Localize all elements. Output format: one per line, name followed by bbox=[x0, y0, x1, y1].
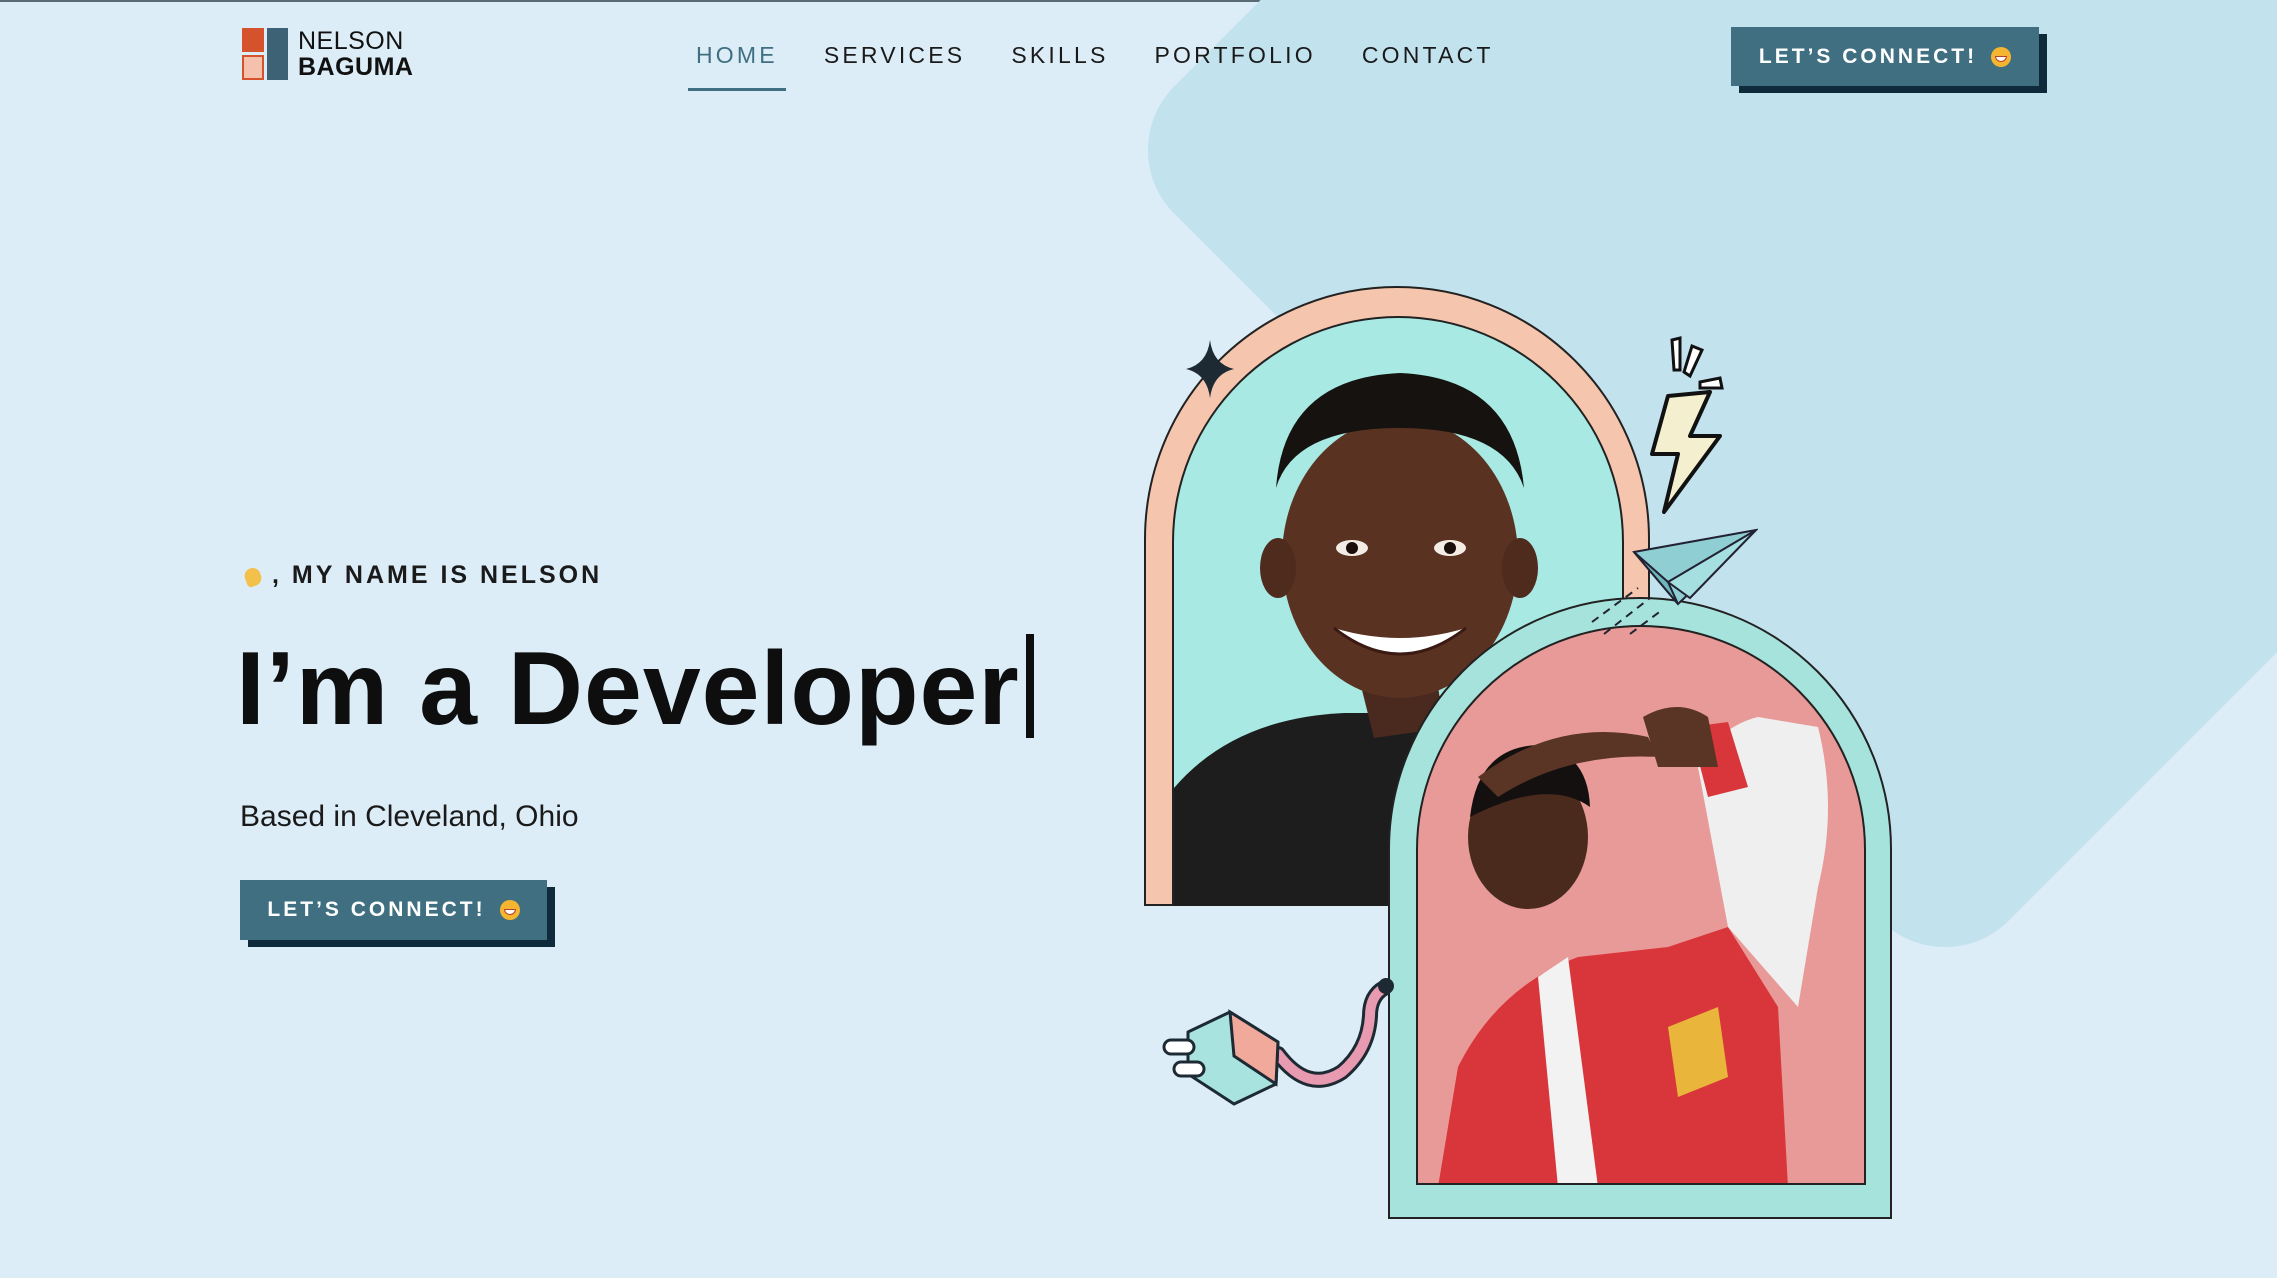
grinning-face-icon bbox=[499, 900, 520, 920]
paper-plane-icon bbox=[1591, 528, 1758, 635]
grinning-face-icon bbox=[1991, 46, 2012, 67]
sparkle-icon bbox=[1186, 340, 1234, 398]
logo-mark-icon bbox=[242, 28, 288, 80]
hero-connect-button[interactable]: LET’S CONNECT! bbox=[240, 880, 547, 940]
greeting-text: , MY NAME IS NELSON bbox=[272, 561, 603, 589]
header-connect-button[interactable]: LET’S CONNECT! bbox=[1731, 27, 2039, 86]
headline-text: I’m a Developer bbox=[236, 631, 1020, 747]
site-logo[interactable]: NELSON BAGUMA bbox=[242, 28, 414, 80]
greeting: , MY NAME IS NELSON bbox=[242, 561, 602, 590]
nav-item-contact[interactable]: CONTACT bbox=[1354, 38, 1502, 91]
hero-connect-label: LET’S CONNECT! bbox=[267, 898, 486, 921]
action-photo bbox=[1416, 625, 1866, 1185]
power-plug-icon bbox=[1162, 978, 1394, 1106]
main-nav: HOME SERVICES SKILLS PORTFOLIO CONTACT bbox=[688, 38, 1532, 91]
nav-item-portfolio[interactable]: PORTFOLIO bbox=[1147, 38, 1324, 91]
logo-first-name: NELSON bbox=[298, 27, 404, 55]
typing-cursor bbox=[1025, 634, 1034, 738]
logo-last-name: BAGUMA bbox=[298, 53, 414, 81]
logo-text: NELSON BAGUMA bbox=[298, 28, 414, 80]
nav-item-home[interactable]: HOME bbox=[688, 38, 786, 91]
header-connect-label: LET’S CONNECT! bbox=[1758, 44, 1978, 68]
action-photo-arch-frame bbox=[1388, 597, 1892, 1219]
hero-headline: I’m a Developer bbox=[236, 630, 1034, 749]
nav-item-skills[interactable]: SKILLS bbox=[1003, 38, 1116, 91]
lightning-bolt-icon bbox=[1650, 336, 1724, 514]
waving-hand-icon bbox=[242, 565, 266, 587]
location-text: Based in Cleveland, Ohio bbox=[240, 800, 579, 833]
nav-item-services[interactable]: SERVICES bbox=[816, 38, 974, 91]
